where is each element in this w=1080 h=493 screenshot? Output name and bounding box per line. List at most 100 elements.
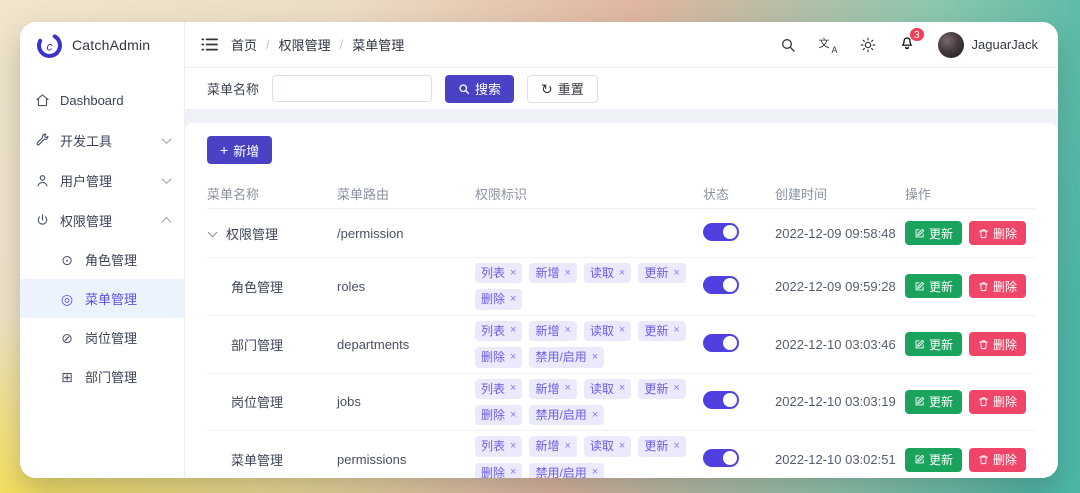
tag-close-icon[interactable]: × (564, 324, 570, 337)
trash-icon (978, 454, 989, 465)
sidebar-item-post-mgmt[interactable]: ⊘岗位管理 (20, 318, 184, 357)
tag-label: 新增 (535, 439, 559, 453)
sidebar-item-menu-mgmt[interactable]: ◎菜单管理 (20, 279, 184, 318)
user-menu[interactable]: JaguarJack (938, 32, 1038, 58)
translate-icon[interactable]: 文 A (819, 37, 837, 53)
target-icon: ⊙ (59, 253, 75, 267)
status-toggle[interactable] (703, 276, 739, 294)
tag-close-icon[interactable]: × (564, 440, 570, 453)
status-toggle[interactable] (703, 223, 739, 241)
tag-close-icon[interactable]: × (564, 267, 570, 280)
column-header-created-time: 创建时间 (775, 184, 905, 203)
notification-count-badge: 3 (909, 27, 925, 42)
permission-tag: 新增× (529, 379, 576, 399)
tag-label: 列表 (481, 382, 505, 396)
chevron-down-icon (162, 134, 172, 144)
add-button[interactable]: + 新增 (207, 136, 272, 164)
breadcrumb-item-permission[interactable]: 权限管理 (279, 35, 331, 54)
status-toggle[interactable] (703, 391, 739, 409)
search-icon (458, 83, 470, 95)
sidebar-item-dept-mgmt[interactable]: ⊞部门管理 (20, 357, 184, 396)
sidebar-item-role-mgmt[interactable]: ⊙角色管理 (20, 240, 184, 279)
app-logo-icon: c (35, 31, 64, 60)
delete-button-label: 删除 (993, 451, 1017, 468)
update-button-label: 更新 (929, 225, 953, 242)
tag-close-icon[interactable]: × (619, 440, 625, 453)
menu-name-text: 菜单管理 (231, 450, 283, 469)
cell-status (703, 449, 775, 470)
delete-button[interactable]: 删除 (969, 332, 1026, 356)
plus-icon: + (220, 143, 228, 157)
cell-created-time: 2022-12-09 09:58:48 (775, 226, 905, 241)
table-body: 权限管理/permission2022-12-09 09:58:48更新删除角色… (207, 209, 1036, 478)
expand-chevron-icon[interactable] (208, 227, 218, 237)
cell-menu-route: roles (337, 279, 475, 294)
tag-close-icon[interactable]: × (673, 382, 679, 395)
update-button[interactable]: 更新 (905, 274, 962, 298)
add-button-label: 新增 (233, 141, 259, 160)
tag-close-icon[interactable]: × (510, 466, 516, 478)
tag-close-icon[interactable]: × (510, 351, 516, 364)
sidebar-toggle-icon[interactable] (201, 37, 218, 52)
tag-close-icon[interactable]: × (673, 440, 679, 453)
cell-actions: 更新删除 (905, 221, 1036, 245)
grid-icon: ⊞ (59, 370, 75, 384)
search-icon[interactable] (780, 37, 796, 53)
sidebar-item-dev-tools[interactable]: 开发工具 (20, 120, 184, 160)
permission-icon (34, 213, 50, 228)
breadcrumb-item-menu[interactable]: 菜单管理 (352, 35, 404, 54)
tag-close-icon[interactable]: × (510, 293, 516, 306)
theme-sun-icon[interactable] (860, 37, 876, 53)
tag-close-icon[interactable]: × (619, 382, 625, 395)
tag-close-icon[interactable]: × (619, 324, 625, 337)
cell-menu-name: 部门管理 (207, 335, 337, 354)
tag-label: 列表 (481, 439, 505, 453)
permission-tag: 列表× (475, 263, 522, 283)
menu-name-input[interactable] (272, 75, 432, 102)
delete-button[interactable]: 删除 (969, 221, 1026, 245)
notifications-bell-icon[interactable]: 3 (899, 34, 915, 56)
status-toggle[interactable] (703, 334, 739, 352)
permission-tag: 读取× (584, 263, 631, 283)
update-button[interactable]: 更新 (905, 332, 962, 356)
update-button[interactable]: 更新 (905, 390, 962, 414)
tag-close-icon[interactable]: × (510, 267, 516, 280)
update-button[interactable]: 更新 (905, 221, 962, 245)
tag-close-icon[interactable]: × (673, 267, 679, 280)
tag-close-icon[interactable]: × (592, 409, 598, 422)
cell-menu-route: permissions (337, 452, 475, 467)
main-area: 首页 / 权限管理 / 菜单管理 文 A (185, 22, 1058, 478)
tag-close-icon[interactable]: × (510, 382, 516, 395)
status-toggle[interactable] (703, 449, 739, 467)
breadcrumb-item-home[interactable]: 首页 (231, 35, 257, 54)
search-button[interactable]: 搜索 (445, 75, 514, 103)
delete-button[interactable]: 删除 (969, 448, 1026, 472)
tag-close-icon[interactable]: × (510, 324, 516, 337)
tag-label: 禁用/启用 (535, 350, 586, 364)
tag-close-icon[interactable]: × (592, 466, 598, 478)
logo[interactable]: c CatchAdmin (20, 22, 184, 68)
update-button[interactable]: 更新 (905, 448, 962, 472)
table-row: 部门管理departments列表×新增×读取×更新×删除×禁用/启用×2022… (207, 316, 1036, 374)
delete-button[interactable]: 删除 (969, 390, 1026, 414)
reset-button[interactable]: ↻ 重置 (527, 75, 598, 103)
sidebar-item-label: 用户管理 (60, 171, 112, 190)
delete-button[interactable]: 删除 (969, 274, 1026, 298)
tag-close-icon[interactable]: × (592, 351, 598, 364)
sidebar-item-user-mgmt[interactable]: 用户管理 (20, 160, 184, 200)
menu-name-text: 岗位管理 (231, 392, 283, 411)
cell-created-time: 2022-12-10 03:02:51 (775, 452, 905, 467)
edit-icon (914, 454, 925, 465)
permission-tag: 禁用/启用× (529, 405, 604, 425)
tag-close-icon[interactable]: × (619, 267, 625, 280)
tools-icon (34, 133, 50, 148)
sidebar-item-permission-mgmt[interactable]: 权限管理 (20, 200, 184, 240)
refresh-icon: ↻ (541, 82, 553, 96)
tag-close-icon[interactable]: × (510, 440, 516, 453)
tag-close-icon[interactable]: × (510, 409, 516, 422)
permission-tag: 删除× (475, 289, 522, 309)
cell-actions: 更新 删除 (905, 448, 1036, 472)
tag-close-icon[interactable]: × (564, 382, 570, 395)
sidebar-item-dashboard[interactable]: Dashboard (20, 80, 184, 120)
tag-close-icon[interactable]: × (673, 324, 679, 337)
